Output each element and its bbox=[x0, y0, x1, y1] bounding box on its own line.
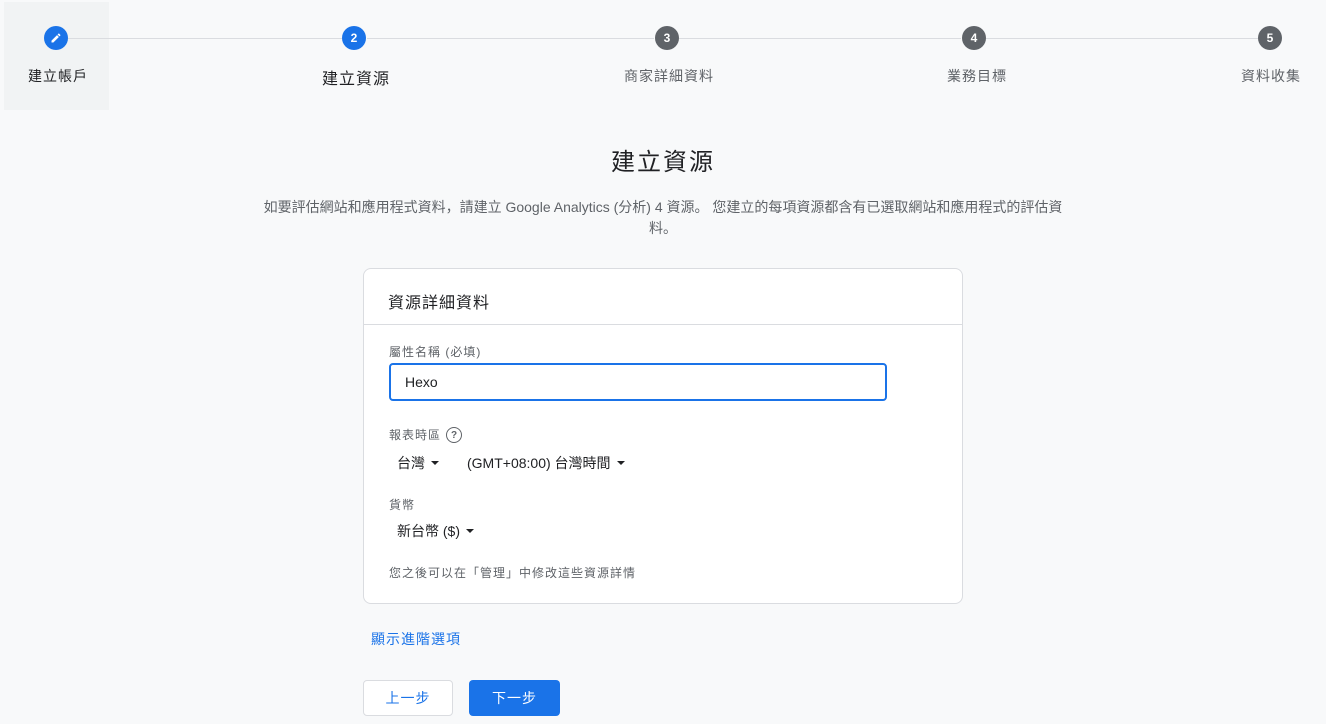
next-button[interactable]: 下一步 bbox=[469, 680, 560, 716]
step-3-label: 商家詳細資料 bbox=[624, 68, 714, 84]
page-description: 如要評估網站和應用程式資料，請建立 Google Analytics (分析) … bbox=[263, 199, 1063, 236]
step-5-label: 資料收集 bbox=[1241, 68, 1301, 84]
timezone-label: 報表時區 bbox=[389, 428, 442, 442]
card-header: 資源詳細資料 bbox=[364, 269, 962, 325]
timezone-zone-value: (GMT+08:00) 台灣時間 bbox=[467, 455, 611, 471]
timezone-zone-dropdown[interactable]: (GMT+08:00) 台灣時間 bbox=[467, 453, 625, 473]
step-2-circle: 2 bbox=[342, 26, 366, 50]
card-footnote: 您之後可以在「管理」中修改這些資源詳情 bbox=[389, 566, 637, 580]
property-details-card: 資源詳細資料 屬性名稱 (必填) 報表時區 ? 台灣 (GMT+08:00) 台… bbox=[363, 268, 963, 604]
step-5-circle: 5 bbox=[1258, 26, 1282, 50]
help-circle-icon[interactable]: ? bbox=[446, 427, 462, 443]
property-name-input[interactable] bbox=[389, 363, 887, 401]
page-title: 建立資源 bbox=[611, 149, 715, 176]
setup-stepper: 建立帳戶 2 建立資源 3 商家詳細資料 4 業務目標 5 資料收集 bbox=[0, 0, 1326, 112]
step-1-label[interactable]: 建立帳戶 bbox=[28, 66, 88, 86]
caret-down-icon bbox=[431, 461, 439, 465]
step-connector bbox=[367, 38, 654, 39]
step-1-circle[interactable] bbox=[44, 26, 68, 50]
step-2-label: 建立資源 bbox=[322, 71, 391, 88]
show-advanced-options-link[interactable]: 顯示進階選項 bbox=[371, 629, 461, 649]
create-property-page: 建立帳戶 2 建立資源 3 商家詳細資料 4 業務目標 5 資料收集 建立資源 … bbox=[0, 0, 1326, 724]
step-4-circle: 4 bbox=[962, 26, 986, 50]
property-name-label: 屬性名稱 (必填) bbox=[389, 345, 482, 359]
step-connector bbox=[68, 38, 342, 39]
caret-down-icon bbox=[616, 461, 625, 465]
step-connector bbox=[679, 38, 961, 39]
timezone-country-dropdown[interactable]: 台灣 bbox=[397, 453, 439, 473]
step-4-label: 業務目標 bbox=[947, 68, 1007, 84]
step-3-circle: 3 bbox=[655, 26, 679, 50]
currency-label: 貨幣 bbox=[389, 498, 416, 512]
timezone-country-value: 台灣 bbox=[397, 455, 425, 471]
pencil-icon bbox=[51, 33, 61, 43]
currency-value: 新台幣 ($) bbox=[397, 523, 460, 539]
back-button[interactable]: 上一步 bbox=[363, 680, 453, 716]
step-1-highlight bbox=[4, 2, 109, 110]
step-connector bbox=[986, 38, 1258, 39]
currency-dropdown[interactable]: 新台幣 ($) bbox=[397, 521, 474, 541]
caret-down-icon bbox=[466, 529, 474, 533]
